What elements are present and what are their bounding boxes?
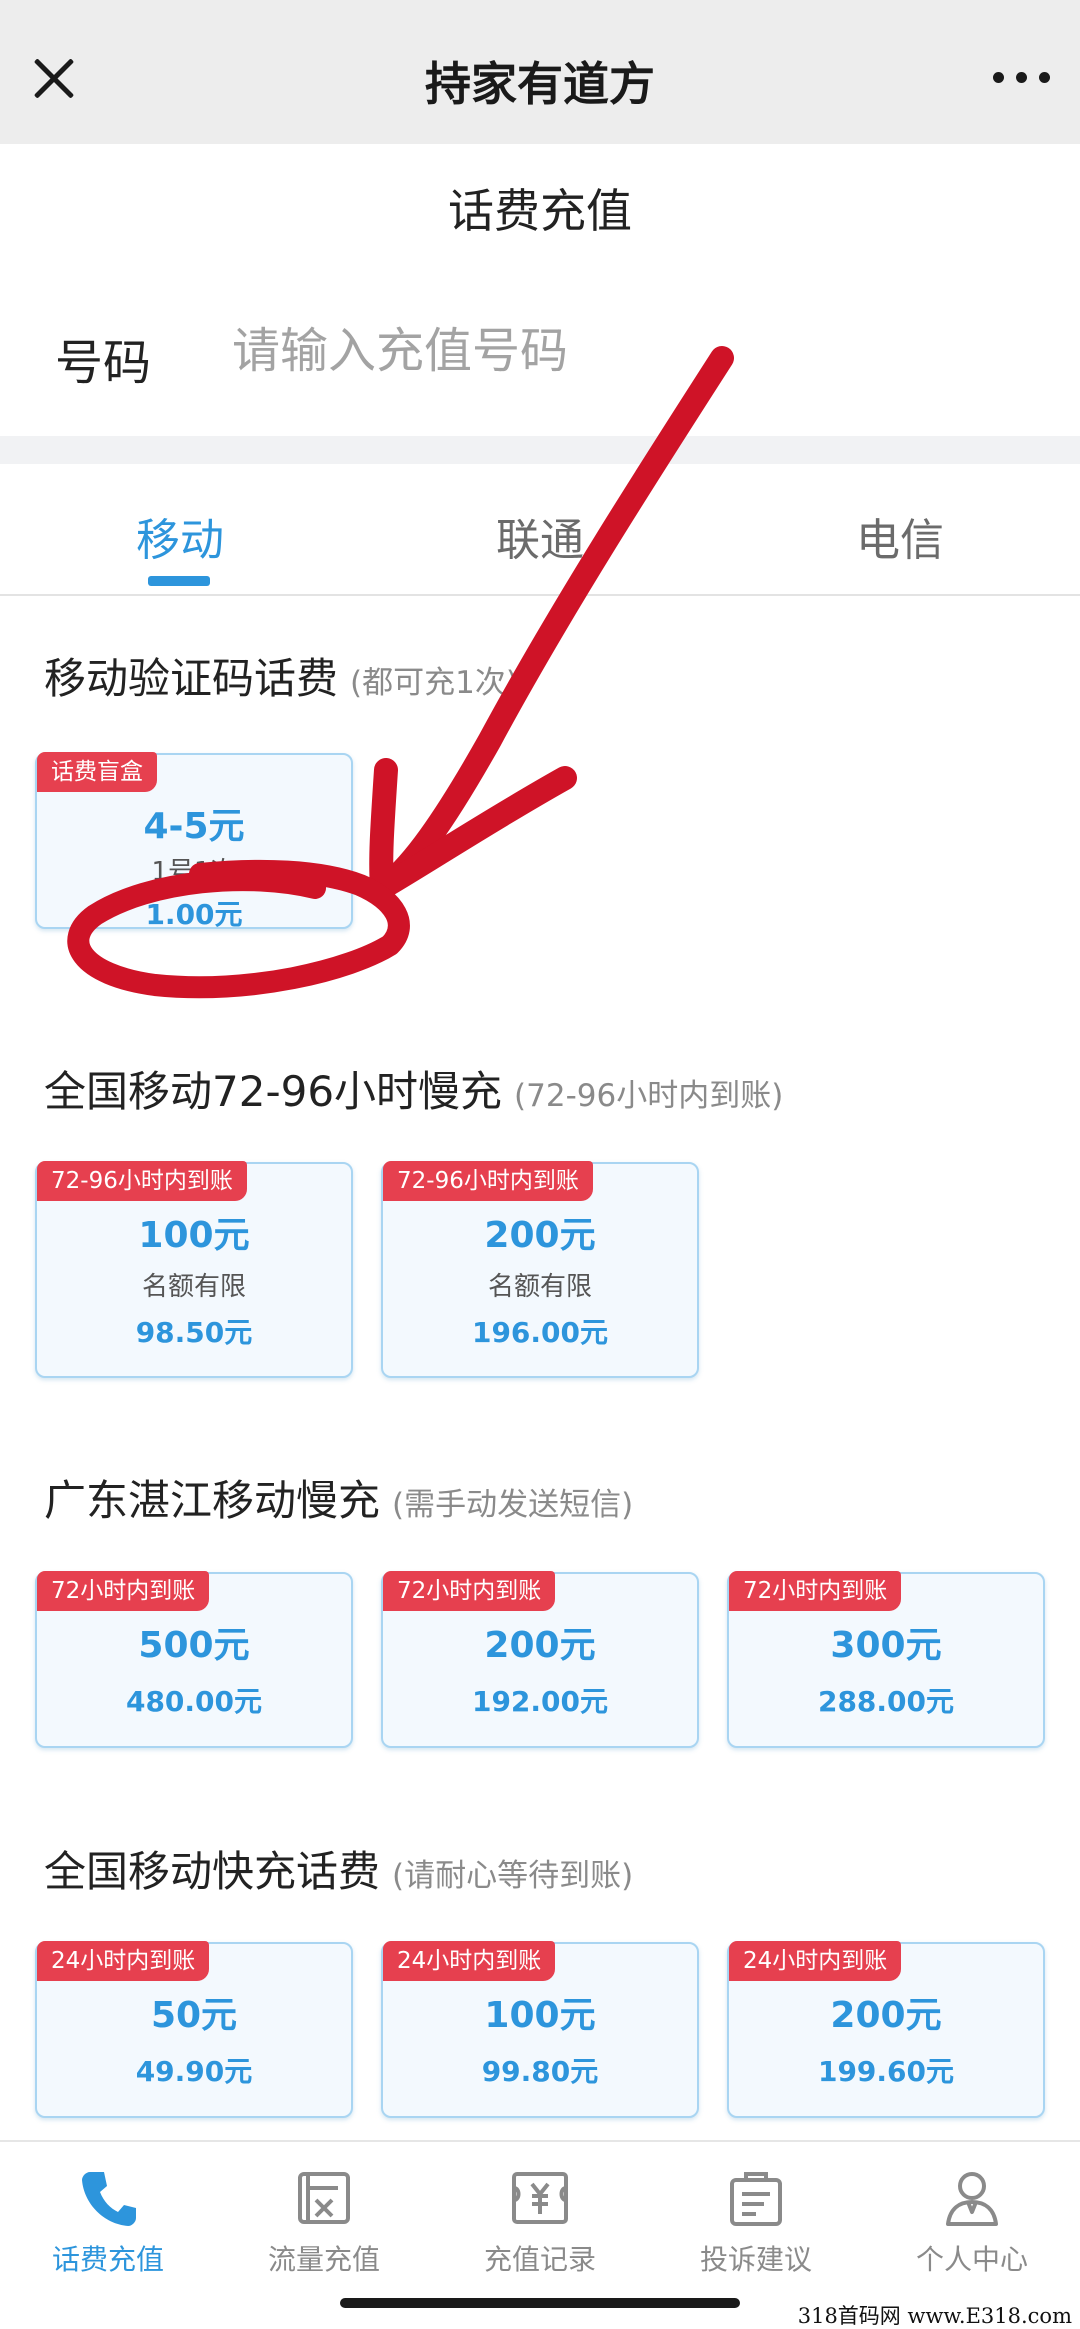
tab-telecom[interactable]: 电信 xyxy=(720,504,1080,568)
card-face-value: 500元 xyxy=(138,1625,250,1666)
card-price: 480.00元 xyxy=(125,1685,263,1718)
section-title: 全国移动72-96小时慢充 (72-96小时内到账) xyxy=(44,1058,783,1119)
nav-item-phone-recharge[interactable]: 话费充值 xyxy=(0,2166,216,2278)
traffic-icon xyxy=(298,2172,350,2224)
card-face-value: 100元 xyxy=(138,1215,250,1256)
annotation-arrow-head xyxy=(369,758,577,900)
home-indicator xyxy=(340,2298,740,2308)
nav-label: 投诉建议 xyxy=(699,2243,812,2276)
recharge-card[interactable]: 24小时内到账 100元 99.80元 xyxy=(381,1941,699,2118)
nav-label: 话费充值 xyxy=(51,2243,164,2276)
tab-unicom[interactable]: 联通 xyxy=(360,504,720,568)
card-badge: 72-96小时内到账 xyxy=(37,1161,247,1201)
top-bar: 持家有道方 xyxy=(0,0,1080,144)
card-price: 192.00元 xyxy=(471,1685,609,1718)
card-price: 98.50元 xyxy=(135,1316,253,1349)
bottom-navigation: 话费充值 流量充值 充值记录 投诉建议 个人中心 xyxy=(0,2140,1080,2304)
card-price: 199.60元 xyxy=(817,2055,955,2088)
card-price: 1.00元 xyxy=(145,898,243,931)
app-title: 持家有道方 xyxy=(425,57,655,111)
phone-label: 号码 xyxy=(55,335,152,391)
section-note: (都可充1次) xyxy=(350,665,518,701)
card-badge: 24小时内到账 xyxy=(37,1941,210,1981)
card-badge: 72-96小时内到账 xyxy=(383,1161,593,1201)
card-face-value: 300元 xyxy=(830,1625,942,1666)
card-face-value: 4-5元 xyxy=(143,806,245,847)
section-title-text: 全国移动72-96小时慢充 xyxy=(44,1067,503,1116)
recharge-card[interactable]: 72-96小时内到账 200元 名额有限 196.00元 xyxy=(381,1161,699,1378)
section-title: 移动验证码话费 (都可充1次) xyxy=(44,645,518,706)
watermark: 318首码网 www.E318.com xyxy=(760,2303,1076,2329)
card-badge: 72小时内到账 xyxy=(729,1571,902,1611)
card-desc: 1号1次 xyxy=(151,857,237,887)
nav-label: 流量充值 xyxy=(267,2243,380,2276)
active-tab-indicator xyxy=(148,576,210,586)
section-title-text: 广东湛江移动慢充 xyxy=(44,1476,381,1525)
card-price: 99.80元 xyxy=(481,2055,599,2088)
carrier-tabs: 移动 联通 电信 xyxy=(0,464,1080,596)
card-desc: 名额有限 xyxy=(487,1272,592,1302)
recharge-card[interactable]: 24小时内到账 50元 49.90元 xyxy=(35,1941,353,2118)
card-face-value: 50元 xyxy=(150,1995,238,2036)
recharge-card[interactable]: 72小时内到账 200元 192.00元 xyxy=(381,1571,699,1748)
card-badge: 24小时内到账 xyxy=(383,1941,556,1981)
complaint-icon xyxy=(730,2172,782,2226)
record-icon xyxy=(512,2172,568,2224)
card-badge: 话费盲盒 xyxy=(37,752,157,792)
card-badge: 72小时内到账 xyxy=(383,1571,556,1611)
phone-icon xyxy=(82,2172,136,2226)
page-title: 话费充值 xyxy=(448,184,632,238)
nav-item-personal-center[interactable]: 个人中心 xyxy=(864,2166,1080,2278)
more-options-icon[interactable] xyxy=(993,72,1050,83)
recharge-card[interactable]: 24小时内到账 200元 199.60元 xyxy=(727,1941,1045,2118)
section-note: (72-96小时内到账) xyxy=(514,1078,784,1114)
section-title-text: 全国移动快充话费 xyxy=(44,1847,381,1896)
card-desc: 名额有限 xyxy=(141,1272,246,1302)
section-divider xyxy=(0,436,1080,464)
card-face-value: 100元 xyxy=(484,1995,596,2036)
recharge-card[interactable]: 72-96小时内到账 100元 名额有限 98.50元 xyxy=(35,1161,353,1378)
section-title: 全国移动快充话费 (请耐心等待到账) xyxy=(44,1838,633,1899)
nav-item-recharge-records[interactable]: 充值记录 xyxy=(432,2166,648,2278)
nav-label: 充值记录 xyxy=(483,2243,596,2276)
nav-item-complaints[interactable]: 投诉建议 xyxy=(648,2166,864,2278)
recharge-card[interactable]: 话费盲盒 4-5元 1号1次 1.00元 xyxy=(35,752,353,931)
card-price: 288.00元 xyxy=(817,1685,955,1718)
tab-mobile[interactable]: 移动 xyxy=(0,504,360,568)
card-face-value: 200元 xyxy=(830,1995,942,2036)
recharge-card[interactable]: 72小时内到账 500元 480.00元 xyxy=(35,1571,353,1748)
section-title-text: 移动验证码话费 xyxy=(44,654,339,703)
card-badge: 24小时内到账 xyxy=(729,1941,902,1981)
nav-item-data-recharge[interactable]: 流量充值 xyxy=(216,2166,432,2278)
section-title: 广东湛江移动慢充 (需手动发送短信) xyxy=(44,1467,633,1528)
section-note: (需手动发送短信) xyxy=(392,1487,634,1523)
section-note: (请耐心等待到账) xyxy=(392,1858,634,1894)
card-badge: 72小时内到账 xyxy=(37,1571,210,1611)
card-price: 49.90元 xyxy=(135,2055,253,2088)
card-face-value: 200元 xyxy=(484,1625,596,1666)
card-price: 196.00元 xyxy=(471,1316,609,1349)
card-face-value: 200元 xyxy=(484,1215,596,1256)
user-icon xyxy=(946,2172,998,2226)
nav-label: 个人中心 xyxy=(915,2243,1028,2276)
phone-number-input[interactable] xyxy=(230,310,994,392)
recharge-card[interactable]: 72小时内到账 300元 288.00元 xyxy=(727,1571,1045,1748)
